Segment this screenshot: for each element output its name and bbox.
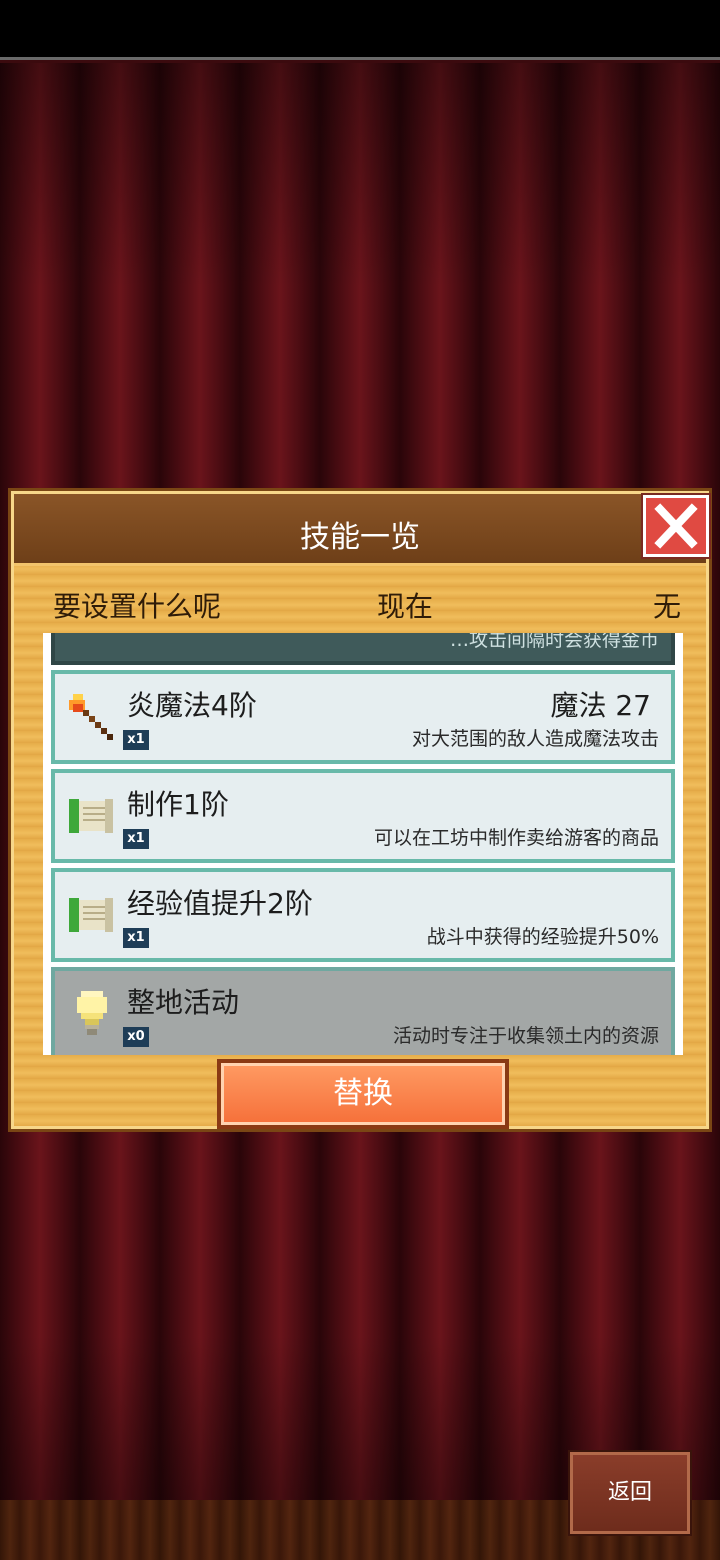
- scroll-icon: [69, 799, 113, 833]
- lightbulb-icon: [77, 991, 107, 1035]
- skill-name: 经验值提升2阶: [127, 887, 313, 920]
- skill-name: 整地活动: [127, 986, 240, 1019]
- subheader-question: 要设置什么呢: [53, 590, 222, 623]
- skill-name: 制作1阶: [127, 788, 229, 821]
- skill-list[interactable]: …攻击间隔时会获得金币 x1 炎魔法4阶 魔法 27 对大范围的敌人造成魔法攻击: [43, 633, 683, 1055]
- skill-description: 可以在工坊中制作卖给游客的商品: [373, 827, 659, 849]
- skill-item[interactable]: x1 制作1阶 可以在工坊中制作卖给游客的商品: [51, 769, 675, 863]
- skill-description: 对大范围的敌人造成魔法攻击: [411, 728, 659, 750]
- skill-list-dialog: 技能一览 要设置什么呢 现在 无 …攻击间隔时会获得金币 x1 炎魔法4阶 魔法…: [8, 488, 712, 1132]
- skill-item[interactable]: x1 炎魔法4阶 魔法 27 对大范围的敌人造成魔法攻击: [51, 670, 675, 764]
- replace-button[interactable]: 替换: [217, 1059, 509, 1129]
- close-button[interactable]: [643, 495, 709, 557]
- skill-description: 战斗中获得的经验提升50%: [426, 926, 659, 948]
- subheader-now-value: 无: [652, 590, 681, 623]
- skill-description: …攻击间隔时会获得金币: [449, 633, 659, 651]
- scroll-icon: [69, 898, 113, 932]
- skill-stat: 魔法 27: [550, 689, 651, 722]
- fire-staff-icon: [69, 694, 113, 740]
- skill-item[interactable]: …攻击间隔时会获得金币: [51, 633, 675, 665]
- level-badge: x1: [123, 829, 149, 849]
- level-badge: x0: [123, 1027, 149, 1047]
- level-badge: x1: [123, 730, 149, 750]
- skill-item[interactable]: x1 经验值提升2阶 战斗中获得的经验提升50%: [51, 868, 675, 962]
- status-bar: [0, 0, 720, 60]
- skill-description: 活动时专注于收集领土内的资源: [392, 1025, 659, 1047]
- back-button[interactable]: 返回: [570, 1452, 690, 1534]
- skill-name: 炎魔法4阶: [127, 689, 257, 722]
- skill-item[interactable]: x0 整地活动 活动时专注于收集领土内的资源: [51, 967, 675, 1055]
- subheader: 要设置什么呢 现在 无: [11, 581, 715, 625]
- dialog-title: 技能一览: [300, 520, 420, 555]
- subheader-now-label: 现在: [377, 590, 434, 623]
- skill-list-inner: …攻击间隔时会获得金币 x1 炎魔法4阶 魔法 27 对大范围的敌人造成魔法攻击: [51, 633, 675, 1055]
- level-badge: x1: [123, 928, 149, 948]
- close-icon: [654, 503, 698, 549]
- dialog-header: 技能一览: [14, 494, 706, 566]
